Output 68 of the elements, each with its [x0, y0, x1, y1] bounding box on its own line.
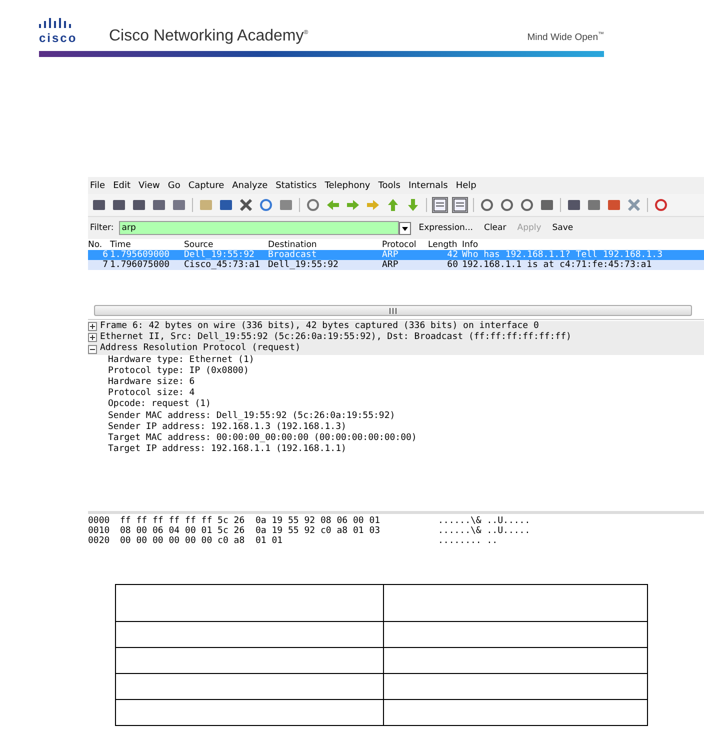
hex-offset: 0000 [88, 516, 111, 526]
hex-bytes: ff ff ff ff ff ff 5c 26 0a 19 55 92 08 06 00 01 [120, 516, 382, 526]
menu-item[interactable]: Telephony [324, 180, 370, 190]
table-cell-text: 1.795609000 [110, 250, 171, 260]
logo-text: cisco [39, 32, 78, 44]
close-icon[interactable] [239, 198, 253, 212]
column-header[interactable]: Source [184, 240, 268, 250]
column-header[interactable]: No. [88, 240, 110, 250]
expander-icon[interactable] [88, 322, 97, 332]
detail-line[interactable]: Protocol size: 4 [88, 388, 704, 400]
menu-item[interactable]: Tools [378, 180, 400, 190]
hex-bytes: 00 00 00 00 00 00 c0 a8 01 01 [120, 536, 284, 546]
column-header[interactable]: Length [428, 240, 462, 250]
menu-item[interactable]: Help [456, 180, 476, 190]
hex-ascii: ......\& ..U..... [438, 526, 530, 536]
menu-item[interactable]: Analyze [232, 180, 268, 190]
table-cell-text: Dell_19:55:92 [268, 260, 340, 270]
column-header[interactable]: Protocol [382, 240, 428, 250]
filter-button[interactable]: Save [549, 223, 576, 233]
detail-line[interactable]: Hardware type: Ethernet (1) [88, 354, 704, 366]
menu-item[interactable]: Statistics [276, 180, 317, 190]
detail-line[interactable]: Hardware size: 6 [88, 377, 704, 388]
detail-line[interactable]: Sender MAC address: Dell_19:55:92 (5c:26:0a:19:55:92) [88, 410, 704, 422]
academy-title: Cisco Networking Academy$^{®}$ [109, 26, 308, 44]
filter-field[interactable]: arp [118, 221, 399, 235]
table-cell-text: ARP [382, 260, 400, 270]
detail-line[interactable]: Protocol type: IP (0x0800) [88, 366, 704, 378]
hex-offset: 0010 [88, 526, 111, 536]
column-header[interactable]: Info [462, 240, 704, 250]
list-pane-icon[interactable] [453, 198, 467, 212]
table-cell-text: 1.796075000 [110, 260, 171, 270]
horizontal-scrollbar[interactable] [94, 305, 692, 316]
menu-item[interactable]: Internals [408, 180, 448, 190]
table-cell-text: ARP [382, 250, 400, 260]
table-cell-text: Broadcast [268, 250, 318, 260]
expander-icon[interactable] [88, 344, 97, 354]
cisco-bars-icon [39, 18, 73, 30]
hex-bytes: 08 00 06 04 00 01 5c 26 0a 19 55 92 c0 a8 01 03 [120, 526, 382, 536]
detail-line[interactable]: Sender IP address: 192.168.1.3 (192.168.1.3) [88, 422, 704, 434]
hex-ascii: ........ .. [438, 536, 498, 546]
table-cell-text: 60 [446, 260, 459, 270]
table-cell-text: 7 [102, 260, 109, 270]
packet-row[interactable]: 7 1.796075000 Cisco_45:73:a1 Dell_19:55:92 ARP 60 192.168.1.1 is at c4:71:fe:45:73:a1 [88, 260, 704, 270]
table-cell-text: 192.168.1.1 is at c4:71:fe:45:73:a1 [462, 260, 653, 270]
menu-item[interactable]: Edit [113, 180, 130, 190]
menu-item[interactable]: Capture [188, 180, 224, 190]
table-cell-text: Who has 192.168.1.1? Tell 192.168.1.3 [462, 250, 664, 260]
detail-line[interactable]: Opcode: request (1) [88, 399, 704, 411]
detail-line[interactable]: Target MAC address: 00:00:00_00:00:00 (00:00:00:00:00:00) [88, 433, 704, 444]
table-cell-text: Cisco_45:73:a1 [184, 260, 261, 270]
tagline: Mind Wide Open$^{™}$ [527, 32, 604, 43]
hex-offset: 0020 [88, 536, 111, 546]
hex-ascii: ......\& ..U..... [438, 516, 530, 526]
table-cell-text: 6 [102, 250, 109, 260]
expander-icon[interactable] [88, 333, 97, 342]
scroll-grip-icon [389, 308, 397, 314]
filter-button[interactable]: Clear [481, 223, 510, 233]
detail-line[interactable]: Target IP address: 192.168.1.1 (192.168.1.1) [88, 444, 704, 456]
menu-item[interactable]: Go [168, 180, 180, 190]
list-pane-icon[interactable] [433, 198, 447, 212]
column-header[interactable]: Destination [268, 240, 382, 250]
filter-label: Filter: [90, 223, 114, 233]
menu-item[interactable]: File [90, 180, 106, 190]
column-header[interactable]: Time [110, 240, 184, 250]
menu-item[interactable]: View [138, 180, 160, 190]
filter-button[interactable]: Expression... [416, 223, 476, 233]
table-cell-text: Dell_19:55:92 [184, 250, 256, 260]
table-cell-text: 42 [446, 250, 459, 260]
